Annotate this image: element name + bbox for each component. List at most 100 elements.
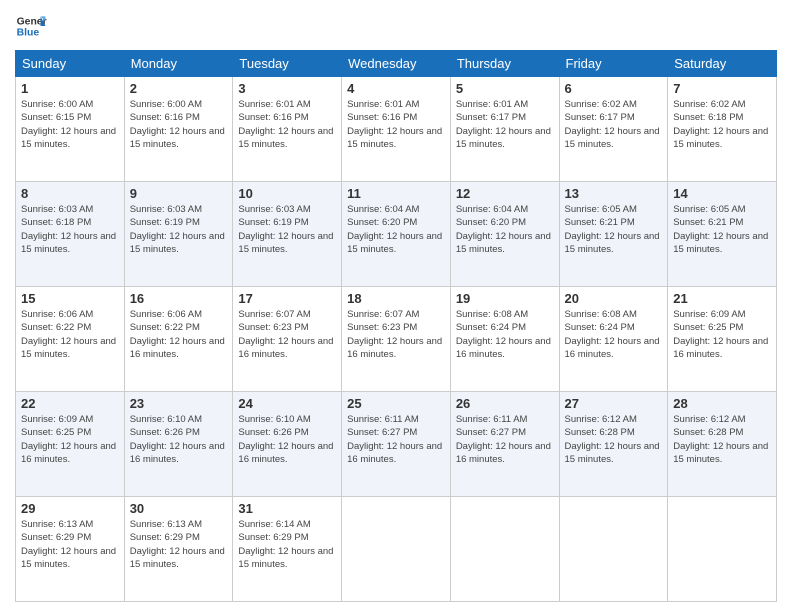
day-number: 25	[347, 396, 445, 411]
calendar-day-19: 19 Sunrise: 6:08 AMSunset: 6:24 PMDayligh…	[450, 287, 559, 392]
day-info: Sunrise: 6:12 AMSunset: 6:28 PMDaylight:…	[673, 413, 771, 466]
day-info: Sunrise: 6:05 AMSunset: 6:21 PMDaylight:…	[673, 203, 771, 256]
empty-cell	[668, 497, 777, 602]
weekday-header-row: SundayMondayTuesdayWednesdayThursdayFrid…	[16, 51, 777, 77]
day-number: 9	[130, 186, 228, 201]
day-number: 29	[21, 501, 119, 516]
day-info: Sunrise: 6:09 AMSunset: 6:25 PMDaylight:…	[21, 413, 119, 466]
weekday-header-monday: Monday	[124, 51, 233, 77]
day-info: Sunrise: 6:10 AMSunset: 6:26 PMDaylight:…	[130, 413, 228, 466]
day-info: Sunrise: 6:01 AMSunset: 6:17 PMDaylight:…	[456, 98, 554, 151]
calendar-week-1: 1 Sunrise: 6:00 AMSunset: 6:15 PMDaylight…	[16, 77, 777, 182]
calendar-day-24: 24 Sunrise: 6:10 AMSunset: 6:26 PMDayligh…	[233, 392, 342, 497]
day-info: Sunrise: 6:07 AMSunset: 6:23 PMDaylight:…	[347, 308, 445, 361]
day-info: Sunrise: 6:02 AMSunset: 6:17 PMDaylight:…	[565, 98, 663, 151]
calendar-day-20: 20 Sunrise: 6:08 AMSunset: 6:24 PMDayligh…	[559, 287, 668, 392]
day-number: 4	[347, 81, 445, 96]
day-number: 18	[347, 291, 445, 306]
logo-icon: General Blue	[15, 10, 47, 42]
calendar-day-7: 7 Sunrise: 6:02 AMSunset: 6:18 PMDaylight…	[668, 77, 777, 182]
empty-cell	[450, 497, 559, 602]
calendar-day-12: 12 Sunrise: 6:04 AMSunset: 6:20 PMDayligh…	[450, 182, 559, 287]
calendar-day-10: 10Sunrise: 6:03 AMSunset: 6:19 PMDayligh…	[233, 182, 342, 287]
day-info: Sunrise: 6:09 AMSunset: 6:25 PMDaylight:…	[673, 308, 771, 361]
calendar-day-21: 21 Sunrise: 6:09 AMSunset: 6:25 PMDayligh…	[668, 287, 777, 392]
day-info: Sunrise: 6:04 AMSunset: 6:20 PMDaylight:…	[456, 203, 554, 256]
page-container: General Blue SundayMondayTuesdayWednesda…	[0, 0, 792, 612]
calendar-day-11: 11 Sunrise: 6:04 AMSunset: 6:20 PMDayligh…	[342, 182, 451, 287]
day-number: 1	[21, 81, 119, 96]
day-info: Sunrise: 6:06 AMSunset: 6:22 PMDaylight:…	[21, 308, 119, 361]
calendar-table: SundayMondayTuesdayWednesdayThursdayFrid…	[15, 50, 777, 602]
weekday-header-thursday: Thursday	[450, 51, 559, 77]
day-number: 22	[21, 396, 119, 411]
weekday-header-sunday: Sunday	[16, 51, 125, 77]
day-number: 26	[456, 396, 554, 411]
day-info: Sunrise: 6:11 AMSunset: 6:27 PMDaylight:…	[456, 413, 554, 466]
calendar-week-5: 29 Sunrise: 6:13 AMSunset: 6:29 PMDayligh…	[16, 497, 777, 602]
day-number: 24	[238, 396, 336, 411]
day-number: 20	[565, 291, 663, 306]
day-number: 11	[347, 186, 445, 201]
day-info: Sunrise: 6:00 AMSunset: 6:15 PMDaylight:…	[21, 98, 119, 151]
day-number: 19	[456, 291, 554, 306]
day-info: Sunrise: 6:12 AMSunset: 6:28 PMDaylight:…	[565, 413, 663, 466]
calendar-day-9: 9 Sunrise: 6:03 AMSunset: 6:19 PMDaylight…	[124, 182, 233, 287]
day-info: Sunrise: 6:13 AMSunset: 6:29 PMDaylight:…	[21, 518, 119, 571]
day-number: 3	[238, 81, 336, 96]
calendar-day-18: 18 Sunrise: 6:07 AMSunset: 6:23 PMDayligh…	[342, 287, 451, 392]
calendar-day-30: 30 Sunrise: 6:13 AMSunset: 6:29 PMDayligh…	[124, 497, 233, 602]
day-number: 16	[130, 291, 228, 306]
day-info: Sunrise: 6:10 AMSunset: 6:26 PMDaylight:…	[238, 413, 336, 466]
day-info: Sunrise: 6:14 AMSunset: 6:29 PMDaylight:…	[238, 518, 336, 571]
weekday-header-friday: Friday	[559, 51, 668, 77]
day-info: Sunrise: 6:06 AMSunset: 6:22 PMDaylight:…	[130, 308, 228, 361]
svg-text:Blue: Blue	[17, 28, 40, 39]
day-number: 7	[673, 81, 771, 96]
day-number: 15	[21, 291, 119, 306]
day-number: 5	[456, 81, 554, 96]
day-info: Sunrise: 6:03 AMSunset: 6:18 PMDaylight:…	[21, 203, 119, 256]
day-info: Sunrise: 6:04 AMSunset: 6:20 PMDaylight:…	[347, 203, 445, 256]
day-number: 6	[565, 81, 663, 96]
weekday-header-saturday: Saturday	[668, 51, 777, 77]
calendar-day-5: 5 Sunrise: 6:01 AMSunset: 6:17 PMDaylight…	[450, 77, 559, 182]
calendar-day-31: 31 Sunrise: 6:14 AMSunset: 6:29 PMDayligh…	[233, 497, 342, 602]
calendar-day-4: 4Sunrise: 6:01 AMSunset: 6:16 PMDaylight…	[342, 77, 451, 182]
day-info: Sunrise: 6:08 AMSunset: 6:24 PMDaylight:…	[456, 308, 554, 361]
calendar-week-2: 8 Sunrise: 6:03 AMSunset: 6:18 PMDaylight…	[16, 182, 777, 287]
day-number: 28	[673, 396, 771, 411]
day-number: 17	[238, 291, 336, 306]
calendar-day-26: 26 Sunrise: 6:11 AMSunset: 6:27 PMDayligh…	[450, 392, 559, 497]
day-info: Sunrise: 6:02 AMSunset: 6:18 PMDaylight:…	[673, 98, 771, 151]
weekday-header-wednesday: Wednesday	[342, 51, 451, 77]
logo: General Blue	[15, 10, 51, 42]
header: General Blue	[15, 10, 777, 42]
day-number: 21	[673, 291, 771, 306]
day-number: 12	[456, 186, 554, 201]
day-info: Sunrise: 6:11 AMSunset: 6:27 PMDaylight:…	[347, 413, 445, 466]
calendar-day-6: 6 Sunrise: 6:02 AMSunset: 6:17 PMDaylight…	[559, 77, 668, 182]
calendar-day-23: 23 Sunrise: 6:10 AMSunset: 6:26 PMDayligh…	[124, 392, 233, 497]
day-number: 31	[238, 501, 336, 516]
calendar-day-29: 29 Sunrise: 6:13 AMSunset: 6:29 PMDayligh…	[16, 497, 125, 602]
day-info: Sunrise: 6:00 AMSunset: 6:16 PMDaylight:…	[130, 98, 228, 151]
calendar-day-3: 3 Sunrise: 6:01 AMSunset: 6:16 PMDaylight…	[233, 77, 342, 182]
day-info: Sunrise: 6:13 AMSunset: 6:29 PMDaylight:…	[130, 518, 228, 571]
day-number: 23	[130, 396, 228, 411]
calendar-week-3: 15 Sunrise: 6:06 AMSunset: 6:22 PMDayligh…	[16, 287, 777, 392]
calendar-day-1: 1 Sunrise: 6:00 AMSunset: 6:15 PMDaylight…	[16, 77, 125, 182]
calendar-day-2: 2Sunrise: 6:00 AMSunset: 6:16 PMDaylight…	[124, 77, 233, 182]
day-number: 30	[130, 501, 228, 516]
day-info: Sunrise: 6:03 AMSunset: 6:19 PMDaylight:…	[130, 203, 228, 256]
day-number: 8	[21, 186, 119, 201]
calendar-day-27: 27 Sunrise: 6:12 AMSunset: 6:28 PMDayligh…	[559, 392, 668, 497]
empty-cell	[559, 497, 668, 602]
day-info: Sunrise: 6:03 AMSunset: 6:19 PMDaylight:…	[238, 203, 336, 256]
day-number: 14	[673, 186, 771, 201]
day-info: Sunrise: 6:01 AMSunset: 6:16 PMDaylight:…	[238, 98, 336, 151]
day-number: 27	[565, 396, 663, 411]
calendar-day-28: 28 Sunrise: 6:12 AMSunset: 6:28 PMDayligh…	[668, 392, 777, 497]
calendar-day-8: 8 Sunrise: 6:03 AMSunset: 6:18 PMDaylight…	[16, 182, 125, 287]
day-info: Sunrise: 6:08 AMSunset: 6:24 PMDaylight:…	[565, 308, 663, 361]
